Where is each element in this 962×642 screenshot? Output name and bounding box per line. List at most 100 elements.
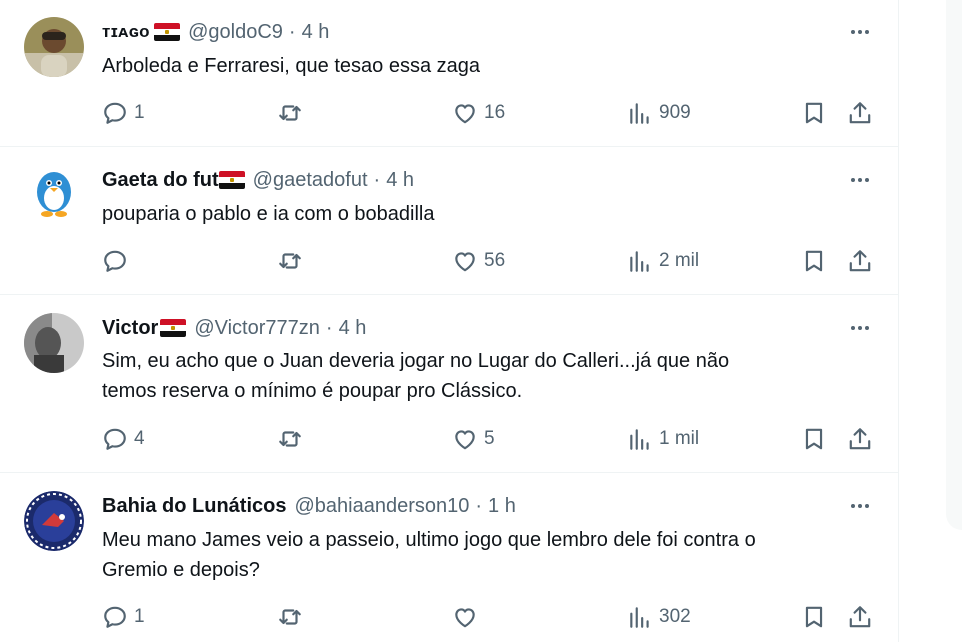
repost-button[interactable] [277,424,309,454]
avatar[interactable] [24,17,84,77]
view-count: 1 mil [659,428,700,449]
display-name[interactable]: Bahia do Lunáticos [102,495,286,518]
share-upload-icon [849,606,871,628]
views-button[interactable]: 302 [627,602,691,632]
reply-button[interactable]: 1 [102,98,145,128]
views-button[interactable]: 1 mil [627,424,699,454]
action-bar: 4 5 1 mil [0,424,898,454]
bookmark-icon [805,102,823,124]
reply-header: Victor @Victor777zn · 4 h [102,314,366,342]
views-bars-icon [630,429,649,450]
bookmark-button[interactable] [801,424,827,454]
right-sidebar-edge [946,0,962,530]
repost-arrows-icon [279,431,301,447]
views-button[interactable]: 2 mil [627,246,699,276]
display-name[interactable]: Gaeta do fut [102,169,219,192]
heart-icon [455,608,475,628]
separator-dot: · [475,494,483,517]
egypt-flag-icon [154,23,181,41]
like-count: 56 [484,250,506,271]
repost-button[interactable] [277,602,309,632]
share-upload-icon [849,428,871,450]
timestamp[interactable]: 4 h [339,317,367,340]
avatar[interactable] [24,162,84,222]
view-count: 909 [659,102,691,123]
like-button[interactable] [452,602,484,632]
reply-text-line: pouparia o pablo e ia com o bobadilla [102,203,435,225]
separator-dot: · [373,168,381,191]
reply-bubble-icon [104,606,126,628]
like-count: 5 [484,428,495,449]
reply-item[interactable]: Gaeta do fut @gaetadofut · 4 h pouparia … [0,148,898,295]
reply-button[interactable] [102,246,134,276]
user-handle[interactable]: @Victor777zn [194,317,320,340]
share-button[interactable] [847,246,873,276]
reply-count: 1 [134,606,145,627]
more-dots-icon[interactable] [846,494,874,518]
more-dots-icon[interactable] [846,20,874,44]
bookmark-button[interactable] [801,602,827,632]
user-handle[interactable]: @bahiaanderson10 [294,495,469,518]
view-count: 302 [659,606,691,627]
reply-count: 1 [134,102,145,123]
user-handle[interactable]: @gaetadofut [253,169,368,192]
like-button[interactable]: 16 [452,98,505,128]
bookmark-button[interactable] [801,246,827,276]
heart-icon [455,430,475,450]
egypt-flag-icon [160,319,187,337]
bookmark-icon [805,250,823,272]
display-name[interactable]: ᴛɪᴀɢᴏ [102,22,150,42]
action-bar: 56 2 mil [0,246,898,276]
share-button[interactable] [847,602,873,632]
reply-text-line: Arboleda e Ferraresi, que tesao essa zag… [102,55,480,77]
reply-item[interactable]: Bahia do Lunáticos @bahiaanderson10 · 1 … [0,474,898,642]
repost-arrows-icon [279,253,301,269]
reply-text-line: Gremio e depois? [102,559,260,581]
replies-feed: ᴛɪᴀɢᴏ @goldoC9 · 4 h Arboleda e Ferrares… [0,0,899,642]
avatar[interactable] [24,313,84,373]
action-bar: 1 302 [0,602,898,632]
repost-button[interactable] [277,246,309,276]
reply-text: Arboleda e Ferraresi, que tesao essa zag… [102,51,872,81]
repost-arrows-icon [279,609,301,625]
timestamp[interactable]: 4 h [386,169,414,192]
reply-text: Meu mano James veio a passeio, ultimo jo… [102,525,872,585]
view-count: 2 mil [659,250,700,271]
timestamp[interactable]: 1 h [488,495,516,518]
views-bars-icon [630,607,649,628]
views-bars-icon [630,103,649,124]
separator-dot: · [288,20,296,43]
share-button[interactable] [847,424,873,454]
reply-item[interactable]: ᴛɪᴀɢᴏ @goldoC9 · 4 h Arboleda e Ferrares… [0,0,898,147]
views-bars-icon [630,251,649,272]
bookmark-icon [805,428,823,450]
reply-button[interactable]: 4 [102,424,145,454]
reply-header: Gaeta do fut @gaetadofut · 4 h [102,166,414,194]
like-button[interactable]: 5 [452,424,495,454]
like-button[interactable]: 56 [452,246,505,276]
reply-count: 4 [134,428,145,449]
display-name[interactable]: Victor [102,317,158,340]
bookmark-button[interactable] [801,98,827,128]
more-dots-icon[interactable] [846,316,874,340]
reply-header: Bahia do Lunáticos @bahiaanderson10 · 1 … [102,492,516,520]
reply-bubble-icon [104,428,126,450]
reply-text: pouparia o pablo e ia com o bobadilla [102,199,872,229]
reply-header: ᴛɪᴀɢᴏ @goldoC9 · 4 h [102,18,329,46]
heart-icon [455,252,475,272]
more-dots-icon[interactable] [846,168,874,192]
reply-bubble-icon [104,250,126,272]
reply-item[interactable]: Victor @Victor777zn · 4 h Sim, eu acho q… [0,296,898,473]
reply-button[interactable]: 1 [102,602,145,632]
views-button[interactable]: 909 [627,98,691,128]
egypt-flag-icon [218,171,245,189]
user-handle[interactable]: @goldoC9 [188,21,283,44]
timestamp[interactable]: 4 h [302,21,330,44]
like-count: 16 [484,102,506,123]
repost-button[interactable] [277,98,309,128]
reply-bubble-icon [104,102,126,124]
share-button[interactable] [847,98,873,128]
repost-arrows-icon [279,105,301,121]
action-bar: 1 16 909 [0,98,898,128]
avatar[interactable] [24,491,84,551]
